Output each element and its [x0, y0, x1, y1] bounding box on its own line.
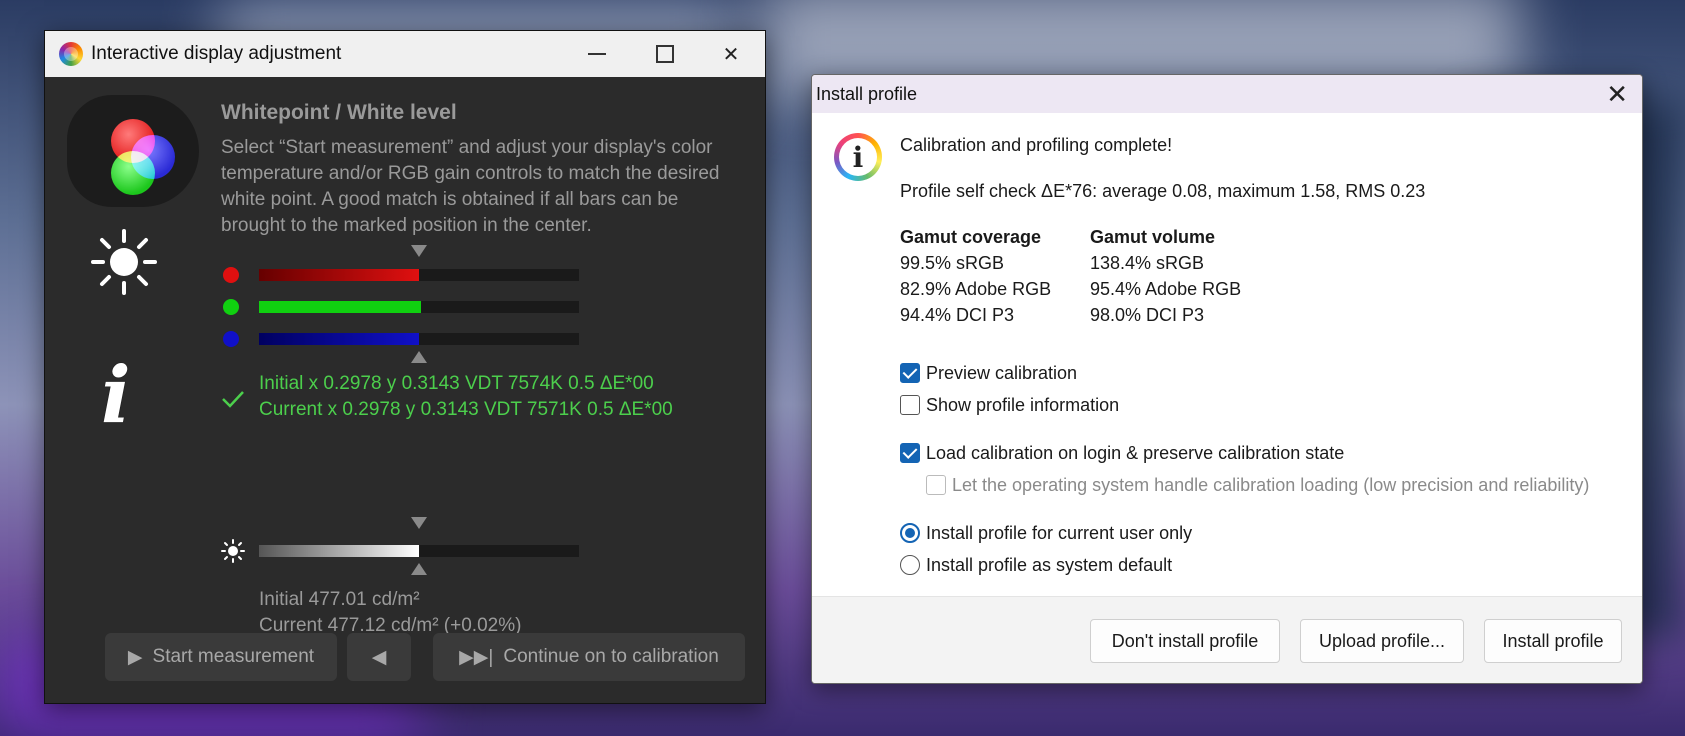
close-icon: ✕: [722, 43, 740, 66]
gamut-volume-value: 138.4% sRGB: [1090, 253, 1205, 273]
green-dot-icon: [223, 299, 239, 315]
complete-message: Calibration and profiling complete!: [900, 135, 1173, 155]
blue-gain-bar: [259, 333, 579, 345]
current-user-radio[interactable]: [900, 523, 920, 543]
green-gain-bar: [259, 301, 579, 313]
dialog-title-bar[interactable]: Install profile ✕: [812, 75, 1642, 113]
section-heading: Whitepoint / White level: [221, 101, 457, 124]
check-icon: [222, 391, 244, 408]
gamut-coverage-value: 99.5% sRGB: [900, 253, 1005, 273]
os-handle-checkbox[interactable]: [926, 475, 946, 495]
minimize-icon: [588, 53, 606, 55]
current-user-radio-label[interactable]: Install profile for current user only: [926, 523, 1192, 544]
green-circle-icon: [111, 151, 155, 195]
current-readout: Current x 0.2978 y 0.3143 VDT 7571K 0.5 …: [259, 399, 673, 420]
target-marker-top: [411, 245, 427, 257]
install-profile-dialog: Install profile ✕ i Calibration and prof…: [811, 74, 1643, 684]
start-measurement-label: Start measurement: [152, 646, 315, 667]
os-handle-label[interactable]: Let the operating system handle calibrat…: [952, 475, 1589, 496]
gamut-coverage-value: 94.4% DCI P3: [900, 305, 1015, 325]
gamut-coverage-header: Gamut coverage: [900, 227, 1042, 247]
luminance-bar-fill: [259, 545, 419, 557]
back-icon: ◀: [371, 646, 387, 668]
gamut-volume-value: 95.4% Adobe RGB: [1090, 279, 1242, 299]
info-icon: i: [834, 133, 882, 181]
rgb-whitepoint-tab-icon[interactable]: [67, 95, 199, 207]
target-marker-bottom: [411, 351, 427, 363]
display-adjustment-window: Interactive display adjustment ✕ i White…: [44, 30, 766, 704]
continue-calibration-button[interactable]: ▶▶| Continue on to calibration: [433, 633, 745, 681]
upload-profile-button[interactable]: Upload profile...: [1300, 619, 1464, 663]
blue-dot-icon: [223, 331, 239, 347]
system-default-radio-label[interactable]: Install profile as system default: [926, 555, 1172, 576]
luminance-bar: [259, 545, 579, 557]
load-calibration-label[interactable]: Load calibration on login & preserve cal…: [926, 443, 1344, 464]
maximize-button[interactable]: [635, 31, 695, 77]
dont-install-button[interactable]: Don't install profile: [1090, 619, 1280, 663]
title-bar[interactable]: Interactive display adjustment ✕: [45, 31, 765, 77]
close-icon: ✕: [1606, 79, 1628, 109]
red-dot-icon: [223, 267, 239, 283]
self-check-text: Profile self check ΔE*76: average 0.08, …: [900, 181, 1426, 201]
start-measurement-button[interactable]: ▶ Start measurement: [105, 633, 337, 681]
gamut-volume-header: Gamut volume: [1090, 227, 1216, 247]
gamut-coverage-value: 82.9% Adobe RGB: [900, 279, 1052, 299]
brightness-tab-icon[interactable]: [89, 227, 159, 297]
luminance-marker-bottom: [411, 563, 427, 575]
skip-forward-icon: ▶▶|: [459, 646, 494, 668]
initial-luminance: Initial 477.01 cd/m²: [259, 589, 420, 610]
dialog-title: Install profile: [816, 83, 918, 104]
window-title: Interactive display adjustment: [91, 43, 342, 64]
gamut-volume-value: 98.0% DCI P3: [1090, 305, 1205, 325]
blue-bar-fill: [259, 333, 419, 345]
load-calibration-checkbox[interactable]: [900, 443, 920, 463]
close-button[interactable]: ✕: [701, 31, 761, 77]
show-profile-info-label[interactable]: Show profile information: [926, 395, 1119, 416]
green-bar-fill: [259, 301, 421, 313]
luminance-sun-icon: [221, 539, 245, 563]
dialog-footer: Don't install profile Upload profile... …: [812, 596, 1642, 683]
initial-readout: Initial x 0.2978 y 0.3143 VDT 7574K 0.5 …: [259, 373, 654, 394]
continue-label: Continue on to calibration: [503, 646, 719, 667]
app-logo-icon: [59, 42, 83, 66]
maximize-icon: [656, 45, 674, 63]
preview-calibration-checkbox[interactable]: [900, 363, 920, 383]
preview-calibration-label[interactable]: Preview calibration: [926, 363, 1077, 384]
luminance-marker-top: [411, 517, 427, 529]
red-bar-fill: [259, 269, 419, 281]
info-tab-icon[interactable]: i: [101, 357, 131, 435]
play-icon: ▶: [127, 646, 143, 668]
red-gain-bar: [259, 269, 579, 281]
minimize-button[interactable]: [567, 31, 627, 77]
show-profile-info-checkbox[interactable]: [900, 395, 920, 415]
previous-button[interactable]: ◀: [347, 633, 411, 681]
system-default-radio[interactable]: [900, 555, 920, 575]
install-profile-button[interactable]: Install profile: [1484, 619, 1622, 663]
instructions-text: Select “Start measurement” and adjust yo…: [221, 137, 720, 236]
dialog-close-button[interactable]: ✕: [1606, 79, 1628, 109]
